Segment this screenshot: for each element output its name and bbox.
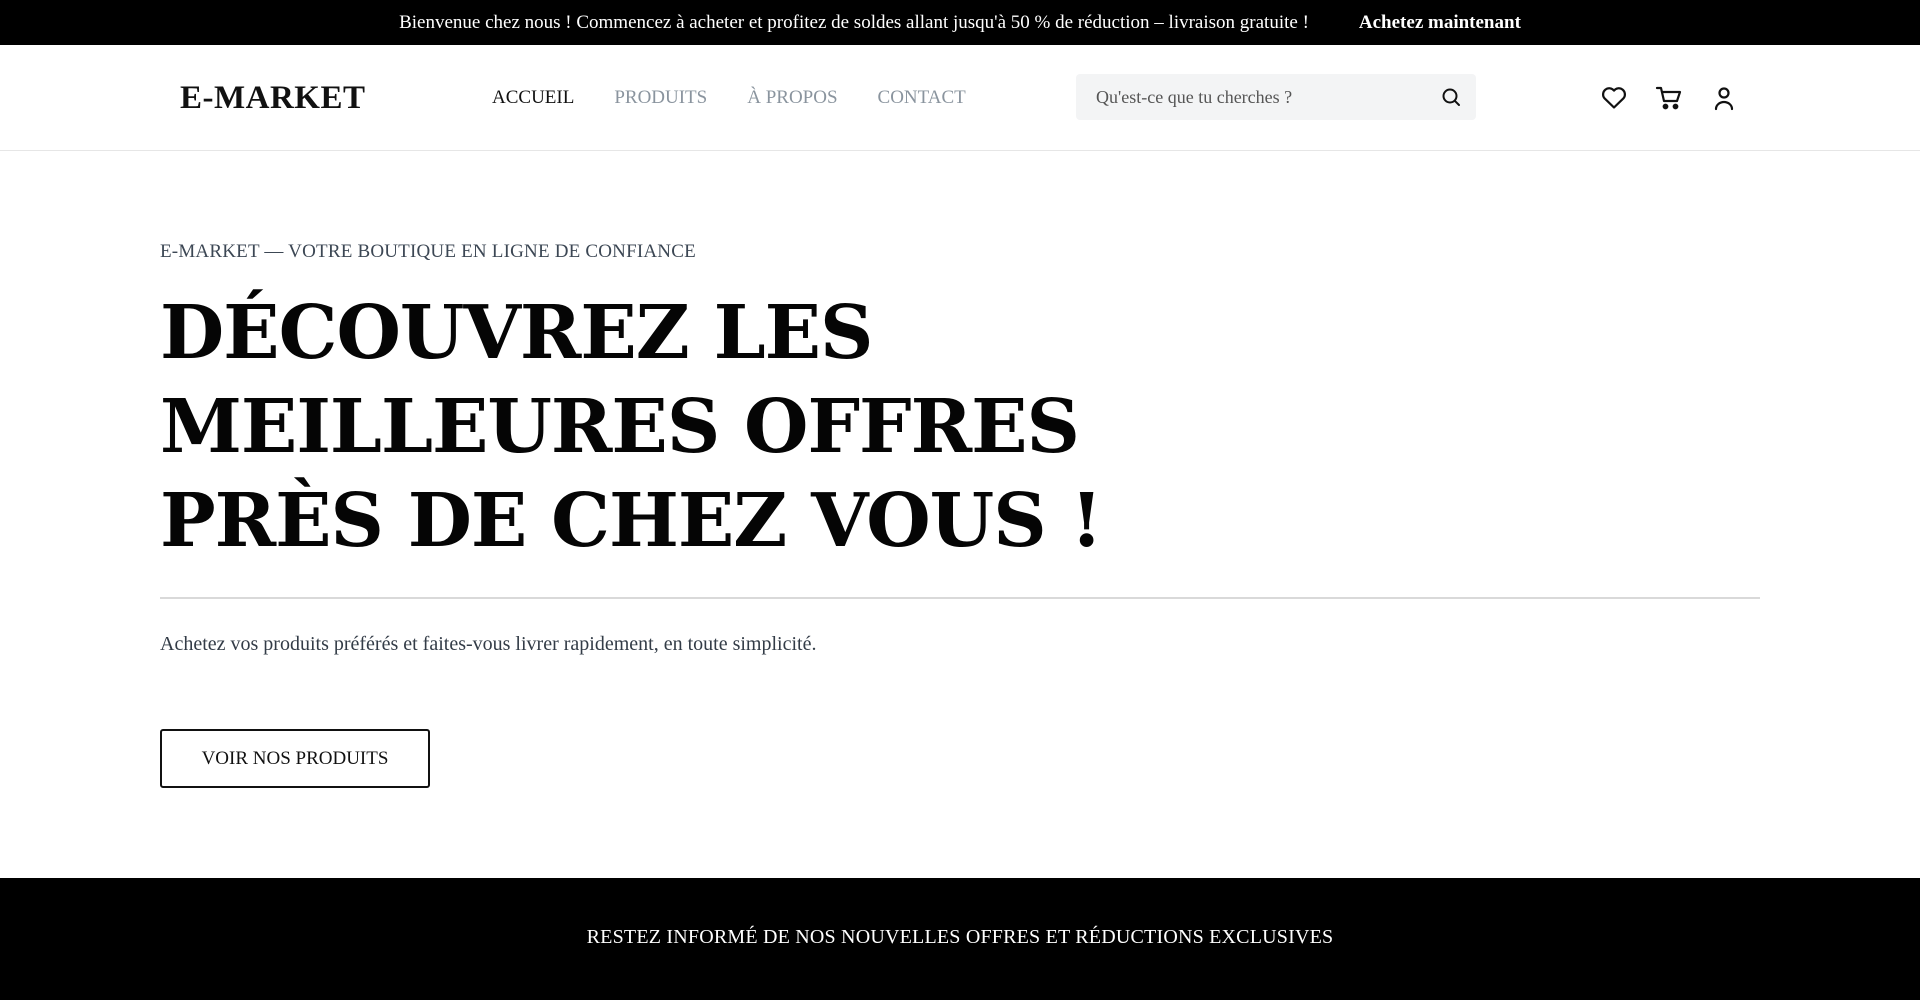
nav-item-contact[interactable]: CONTACT — [878, 87, 966, 109]
header-actions — [1600, 45, 1738, 151]
heart-icon[interactable] — [1600, 84, 1628, 112]
site-header: E-MARKET ACCUEIL PRODUITS À PROPOS CONTA… — [0, 45, 1920, 151]
hero-headline-line: PRÈS DE CHEZ VOUS ! — [160, 478, 1103, 564]
hero-description: Achetez vos produits préférés et faites-… — [160, 633, 817, 655]
search-box — [1076, 74, 1476, 120]
hero-headline-line: DÉCOUVREZ LES — [160, 290, 873, 376]
cart-icon[interactable] — [1655, 84, 1683, 112]
hero-headline-line: MEILLEURES OFFRES — [160, 384, 1080, 470]
search-input[interactable] — [1076, 74, 1426, 120]
announcement-text: Bienvenue chez nous ! Commencez à achete… — [399, 11, 1309, 33]
newsletter-section: RESTEZ INFORMÉ DE NOS NOUVELLES OFFRES E… — [0, 878, 1920, 1000]
search-icon[interactable] — [1426, 74, 1476, 120]
main-nav: ACCUEIL PRODUITS À PROPOS CONTACT — [492, 45, 966, 151]
nav-item-produits[interactable]: PRODUITS — [614, 87, 707, 109]
hero-divider — [160, 597, 1760, 599]
newsletter-title: RESTEZ INFORMÉ DE NOS NOUVELLES OFFRES E… — [586, 925, 1334, 948]
view-products-button[interactable]: VOIR NOS PRODUITS — [160, 729, 430, 788]
shop-now-link[interactable]: Achetez maintenant — [1359, 12, 1521, 34]
nav-item-a-propos[interactable]: À PROPOS — [747, 87, 837, 109]
user-icon[interactable] — [1710, 84, 1738, 112]
announcement-bar: Bienvenue chez nous ! Commencez à achete… — [0, 0, 1920, 45]
nav-item-accueil[interactable]: ACCUEIL — [492, 87, 574, 109]
hero-headline: DÉCOUVREZ LES MEILLEURES OFFRES PRÈS DE … — [160, 286, 1160, 568]
hero-eyebrow: E-MARKET — VOTRE BOUTIQUE EN LIGNE DE CO… — [160, 241, 696, 262]
site-logo[interactable]: E-MARKET — [180, 45, 366, 151]
